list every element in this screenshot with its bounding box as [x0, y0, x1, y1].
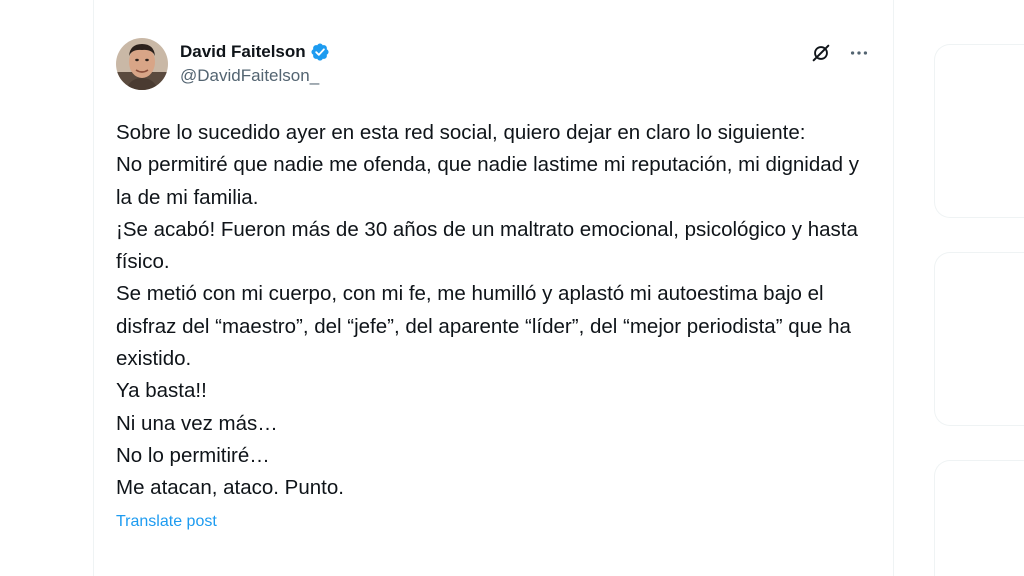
tweet-line: Sobre lo sucedido ayer en esta red socia…: [116, 121, 806, 144]
page: David Faitelson @DavidFaitelson_ Sobre l…: [0, 0, 1024, 576]
tweet-line: ¡Se acabó! Fueron más de 30 años de un m…: [116, 217, 858, 274]
column-divider-right: [893, 0, 894, 576]
tweet-line: Me atacan, ataco. Punto.: [116, 476, 344, 500]
column-divider-left: [93, 0, 94, 576]
tweet-line: No lo permitiré…: [116, 443, 270, 467]
sidebar-card: [934, 460, 1024, 576]
avatar[interactable]: [116, 38, 168, 90]
more-options-icon[interactable]: [848, 42, 870, 64]
tweet: David Faitelson @DavidFaitelson_ Sobre l…: [116, 38, 876, 531]
verified-badge-icon[interactable]: [310, 42, 330, 62]
tweet-line: Ya basta!!: [116, 379, 207, 403]
grok-icon[interactable]: [810, 42, 832, 64]
tweet-line: No permitiré que nadie me ofenda, que na…: [116, 153, 859, 209]
tweet-text: Sobre lo sucedido ayer en esta red socia…: [116, 117, 876, 505]
tweet-line: Se metió con mi cuerpo, con mi fe, me hu…: [116, 282, 851, 371]
author-name[interactable]: David Faitelson: [180, 42, 306, 62]
translate-post-link[interactable]: Translate post: [116, 513, 217, 531]
tweet-actions: [810, 42, 870, 64]
tweet-line: Ni una vez más…: [116, 411, 278, 435]
sidebar-card: [934, 44, 1024, 218]
author-handle[interactable]: @DavidFaitelson_: [180, 66, 330, 86]
tweet-header: David Faitelson @DavidFaitelson_: [116, 38, 876, 94]
sidebar-card: [934, 252, 1024, 426]
name-row: David Faitelson: [180, 41, 330, 63]
author-info: David Faitelson @DavidFaitelson_: [180, 41, 330, 86]
